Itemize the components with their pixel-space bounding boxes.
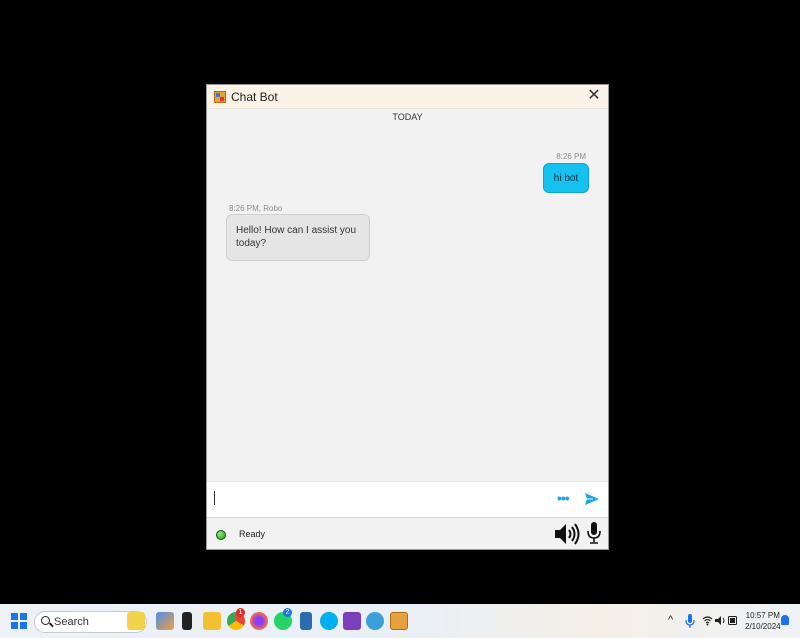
wifi-icon[interactable] (702, 615, 713, 626)
more-options-button[interactable]: ••• (557, 490, 570, 506)
clock-date: 2/10/2024 (745, 622, 781, 631)
speaker-icon[interactable] (554, 522, 580, 546)
app-icon (214, 90, 226, 103)
visual-studio-icon[interactable] (343, 612, 361, 630)
close-button[interactable]: ✕ (586, 88, 602, 104)
terminal-icon[interactable] (182, 612, 192, 630)
chat-bot-window: Chat Bot ✕ TODAY 8:26 PM hi bot 8:26 PM,… (206, 84, 609, 550)
window-title: Chat Bot (231, 89, 278, 104)
firefox-icon[interactable] (250, 612, 268, 630)
skype-icon[interactable] (320, 612, 338, 630)
send-icon[interactable] (585, 493, 599, 505)
microphone-icon[interactable] (587, 521, 601, 545)
search-placeholder: Search (54, 616, 89, 628)
status-bar: Ready (207, 519, 608, 549)
taskbar: Search 1 2 ^ 10:57 PM 2/10/2024 (0, 604, 800, 638)
widget-icon[interactable] (127, 612, 145, 630)
copilot-icon[interactable] (156, 612, 174, 630)
chrome-badge: 1 (236, 608, 245, 617)
clock-time: 10:57 PM (745, 611, 780, 620)
search-icon (41, 616, 50, 625)
file-explorer-icon[interactable] (203, 612, 221, 630)
globe-app-icon[interactable] (366, 612, 384, 630)
day-separator: TODAY (392, 112, 423, 122)
battery-icon[interactable] (728, 616, 738, 625)
tray-overflow-button[interactable]: ^ (668, 614, 673, 626)
tray-microphone-icon[interactable] (685, 613, 695, 629)
bot-message-time: 8:26 PM, Robo (229, 204, 283, 213)
bot-message-bubble: Hello! How can I assist you today? (226, 214, 370, 261)
status-text: Ready (239, 529, 266, 539)
taskbar-clock[interactable]: 10:57 PM 2/10/2024 (745, 610, 781, 632)
volume-icon[interactable] (715, 615, 726, 626)
chat-bot-taskbar-icon[interactable] (390, 612, 408, 630)
user-message-time: 8:26 PM (556, 152, 586, 161)
notepad-icon[interactable] (300, 612, 312, 630)
whatsapp-badge: 2 (283, 608, 292, 617)
text-cursor (214, 491, 215, 505)
notification-bell-icon[interactable] (781, 615, 789, 625)
message-input-bar: ••• (207, 481, 608, 518)
status-indicator-icon (216, 530, 226, 540)
chat-area[interactable]: TODAY 8:26 PM hi bot 8:26 PM, Robo Hello… (207, 108, 608, 481)
title-bar: Chat Bot ✕ (207, 85, 608, 109)
start-icon[interactable] (11, 613, 27, 629)
user-message-bubble: hi bot (543, 163, 589, 193)
message-input[interactable] (217, 488, 541, 512)
